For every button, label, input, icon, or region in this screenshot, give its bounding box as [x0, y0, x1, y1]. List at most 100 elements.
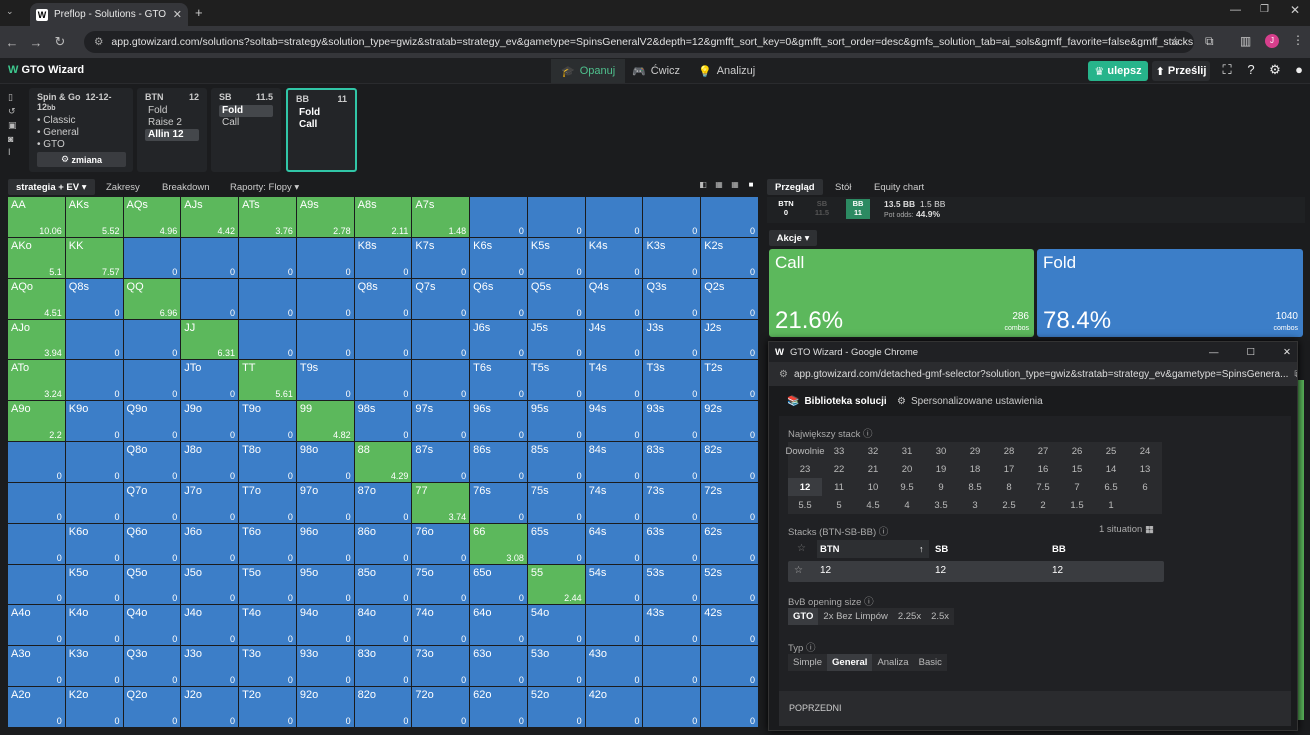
- hand-cell[interactable]: Q8s 0: [354, 278, 412, 319]
- hand-cell[interactable]: Q2s 0: [701, 278, 758, 319]
- stack-option[interactable]: 23: [788, 460, 822, 478]
- hand-cell[interactable]: T8o 0: [239, 442, 296, 482]
- hand-cell[interactable]: 77 3.74: [412, 482, 470, 523]
- hand-cell[interactable]: 98o 0: [296, 442, 354, 482]
- hand-cell[interactable]: 0: [239, 278, 296, 319]
- view-grid-icon[interactable]: ▦: [729, 180, 741, 192]
- hand-cell[interactable]: 0: [181, 237, 239, 278]
- hand-cell[interactable]: 0: [123, 319, 181, 360]
- nav-cwicz[interactable]: 🎮 Ćwicz: [622, 59, 690, 83]
- hand-cell[interactable]: 0: [239, 319, 296, 360]
- stack-option[interactable]: 9: [924, 478, 958, 496]
- hand-cell[interactable]: 52s 0: [701, 564, 758, 605]
- hand-cell[interactable]: 0: [701, 687, 758, 727]
- hand-cell[interactable]: ATo 3.24: [8, 360, 65, 401]
- bvb-option[interactable]: 2x Bez Limpów: [818, 608, 892, 625]
- hand-cell[interactable]: 0: [701, 646, 758, 687]
- hand-cell[interactable]: 82s 0: [701, 442, 758, 482]
- hand-cell[interactable]: K3s 0: [643, 237, 701, 278]
- hand-cell[interactable]: 0: [65, 319, 123, 360]
- site-info-icon[interactable]: ⚙: [94, 36, 103, 48]
- stack-option[interactable]: 28: [992, 442, 1026, 460]
- hand-cell[interactable]: 76s 0: [470, 482, 527, 523]
- stack-option[interactable]: 21: [856, 460, 890, 478]
- hand-cell[interactable]: 0: [239, 237, 296, 278]
- popup-url-bar[interactable]: ⚙ app.gtowizard.com/detached-gmf-selecto…: [769, 362, 1297, 386]
- hand-cell[interactable]: Q4o 0: [123, 605, 181, 646]
- hand-cell[interactable]: 72s 0: [701, 482, 758, 523]
- site-info-icon[interactable]: ⚙: [779, 369, 788, 380]
- forward-icon[interactable]: →: [24, 35, 48, 50]
- user-icon[interactable]: ●: [1290, 62, 1308, 80]
- hand-cell[interactable]: 75o 0: [412, 564, 470, 605]
- hand-cell[interactable]: 0: [181, 278, 239, 319]
- stack-option[interactable]: 17: [992, 460, 1026, 478]
- hand-cell[interactable]: K5s 0: [527, 237, 585, 278]
- hand-cell[interactable]: 0: [8, 564, 65, 605]
- hand-cell[interactable]: A3o 0: [8, 646, 65, 687]
- hand-cell[interactable]: Q7s 0: [412, 278, 470, 319]
- prev-button[interactable]: POPRZEDNI: [779, 691, 1291, 726]
- bvb-option[interactable]: 2.25x: [893, 608, 926, 625]
- hand-cell[interactable]: 92s 0: [701, 401, 758, 442]
- hand-cell[interactable]: 99 4.82: [296, 401, 354, 442]
- hand-cell[interactable]: T3s 0: [643, 360, 701, 401]
- stack-option[interactable]: 10: [856, 478, 890, 496]
- hand-cell[interactable]: Q5s 0: [527, 278, 585, 319]
- stack-option[interactable]: 29: [958, 442, 992, 460]
- hand-cell[interactable]: J8o 0: [181, 442, 239, 482]
- hand-cell[interactable]: 93o 0: [296, 646, 354, 687]
- hand-cell[interactable]: QQ 6.96: [123, 278, 181, 319]
- hand-cell[interactable]: 74s 0: [585, 482, 643, 523]
- seat-action[interactable]: Fold: [145, 105, 199, 117]
- stack-option[interactable]: 1.5: [1060, 496, 1094, 514]
- hand-cell[interactable]: T7o 0: [239, 482, 296, 523]
- hand-cell[interactable]: 94s 0: [585, 401, 643, 442]
- back-icon[interactable]: ←: [0, 35, 24, 50]
- stack-option[interactable]: 11: [822, 478, 856, 496]
- help-icon[interactable]: ?: [1242, 62, 1260, 80]
- hand-cell[interactable]: 96o 0: [296, 523, 354, 564]
- hand-cell[interactable]: A8s 2.11: [354, 197, 412, 237]
- hand-cell[interactable]: 95s 0: [527, 401, 585, 442]
- hand-cell[interactable]: 97s 0: [412, 401, 470, 442]
- hand-cell[interactable]: 0: [8, 482, 65, 523]
- hand-cell[interactable]: 95o 0: [296, 564, 354, 605]
- gamepad-small-icon[interactable]: ◙: [8, 134, 22, 144]
- seat-action[interactable]: Call: [296, 119, 347, 131]
- hand-cell[interactable]: T3o 0: [239, 646, 296, 687]
- bookmark-icon[interactable]: ▯: [8, 92, 22, 103]
- hand-cell[interactable]: K8s 0: [354, 237, 412, 278]
- hand-cell[interactable]: Q6s 0: [470, 278, 527, 319]
- hand-cell[interactable]: K4s 0: [585, 237, 643, 278]
- hand-cell[interactable]: J6o 0: [181, 523, 239, 564]
- extensions-icon[interactable]: ⧉: [1205, 34, 1214, 49]
- hand-cell[interactable]: 74o 0: [412, 605, 470, 646]
- screenshot-icon[interactable]: ⛶: [1218, 62, 1236, 80]
- action-fold[interactable]: Fold 78.4% 1040 combos: [1037, 249, 1303, 337]
- hand-cell[interactable]: T9o 0: [239, 401, 296, 442]
- tab-solution-library[interactable]: 📚 Biblioteka solucji: [781, 392, 893, 410]
- hand-cell[interactable]: T2o 0: [239, 687, 296, 727]
- popup-close-icon[interactable]: ✕: [1283, 347, 1291, 358]
- hand-cell[interactable]: 54o 0: [527, 605, 585, 646]
- tab-search-icon[interactable]: ⌄: [6, 6, 20, 20]
- hand-cell[interactable]: AQs 4.96: [123, 197, 181, 237]
- hand-cell[interactable]: 0: [585, 605, 643, 646]
- stack-option[interactable]: 7: [1060, 478, 1094, 496]
- hand-cell[interactable]: 83o 0: [354, 646, 412, 687]
- hand-cell[interactable]: AJo 3.94: [8, 319, 65, 360]
- seat-action[interactable]: Call: [219, 117, 273, 129]
- hand-cell[interactable]: T9s 0: [296, 360, 354, 401]
- stack-option[interactable]: 33: [822, 442, 856, 460]
- favorite-star-icon[interactable]: ☆: [794, 565, 803, 576]
- stack-option[interactable]: 6: [1128, 478, 1162, 496]
- hand-cell[interactable]: 85s 0: [527, 442, 585, 482]
- stack-option[interactable]: 9.5: [890, 478, 924, 496]
- hand-cell[interactable]: 0: [8, 442, 65, 482]
- hand-cell[interactable]: K2o 0: [65, 687, 123, 727]
- hand-cell[interactable]: 83s 0: [643, 442, 701, 482]
- bvb-option[interactable]: GTO: [788, 608, 819, 625]
- hand-cell[interactable]: 75s 0: [527, 482, 585, 523]
- hand-cell[interactable]: J2s 0: [701, 319, 758, 360]
